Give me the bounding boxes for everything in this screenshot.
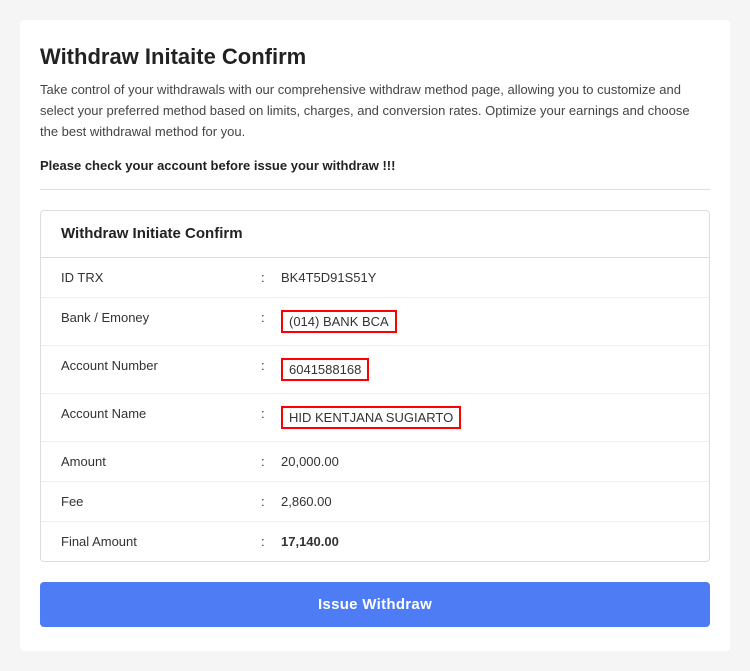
table-row: ID TRX:BK4T5D91S51Y <box>41 258 709 298</box>
page-container: Withdraw Initaite Confirm Take control o… <box>20 20 730 651</box>
row-label: Bank / Emoney <box>61 310 261 333</box>
row-value: 20,000.00 <box>281 454 689 469</box>
warning-text: Please check your account before issue y… <box>40 158 710 173</box>
highlighted-value: (014) BANK BCA <box>281 310 397 333</box>
issue-withdraw-button[interactable]: Issue Withdraw <box>40 582 710 627</box>
table-row: Account Name:HID KENTJANA SUGIARTO <box>41 394 709 442</box>
card-header: Withdraw Initiate Confirm <box>41 211 709 258</box>
page-title: Withdraw Initaite Confirm <box>40 44 710 70</box>
table-row: Bank / Emoney:(014) BANK BCA <box>41 298 709 346</box>
table-row: Amount:20,000.00 <box>41 442 709 482</box>
row-colon: : <box>261 494 281 509</box>
info-table: ID TRX:BK4T5D91S51YBank / Emoney:(014) B… <box>41 258 709 561</box>
row-colon: : <box>261 534 281 549</box>
row-colon: : <box>261 270 281 285</box>
row-label: Fee <box>61 494 261 509</box>
row-colon: : <box>261 454 281 469</box>
highlighted-value: HID KENTJANA SUGIARTO <box>281 406 461 429</box>
table-row: Account Number:6041588168 <box>41 346 709 394</box>
row-value: (014) BANK BCA <box>281 310 689 333</box>
row-label: Amount <box>61 454 261 469</box>
row-colon: : <box>261 406 281 429</box>
row-value: 2,860.00 <box>281 494 689 509</box>
row-value: 6041588168 <box>281 358 689 381</box>
row-label: Final Amount <box>61 534 261 549</box>
row-colon: : <box>261 358 281 381</box>
highlighted-value: 6041588168 <box>281 358 369 381</box>
table-row: Final Amount:17,140.00 <box>41 522 709 561</box>
row-label: Account Name <box>61 406 261 429</box>
row-value: 17,140.00 <box>281 534 689 549</box>
card-title: Withdraw Initiate Confirm <box>61 225 243 242</box>
divider <box>40 189 710 190</box>
withdraw-card: Withdraw Initiate Confirm ID TRX:BK4T5D9… <box>40 210 710 562</box>
row-label: Account Number <box>61 358 261 381</box>
table-row: Fee:2,860.00 <box>41 482 709 522</box>
row-value: BK4T5D91S51Y <box>281 270 689 285</box>
row-value: HID KENTJANA SUGIARTO <box>281 406 689 429</box>
page-description: Take control of your withdrawals with ou… <box>40 80 710 142</box>
row-label: ID TRX <box>61 270 261 285</box>
row-colon: : <box>261 310 281 333</box>
